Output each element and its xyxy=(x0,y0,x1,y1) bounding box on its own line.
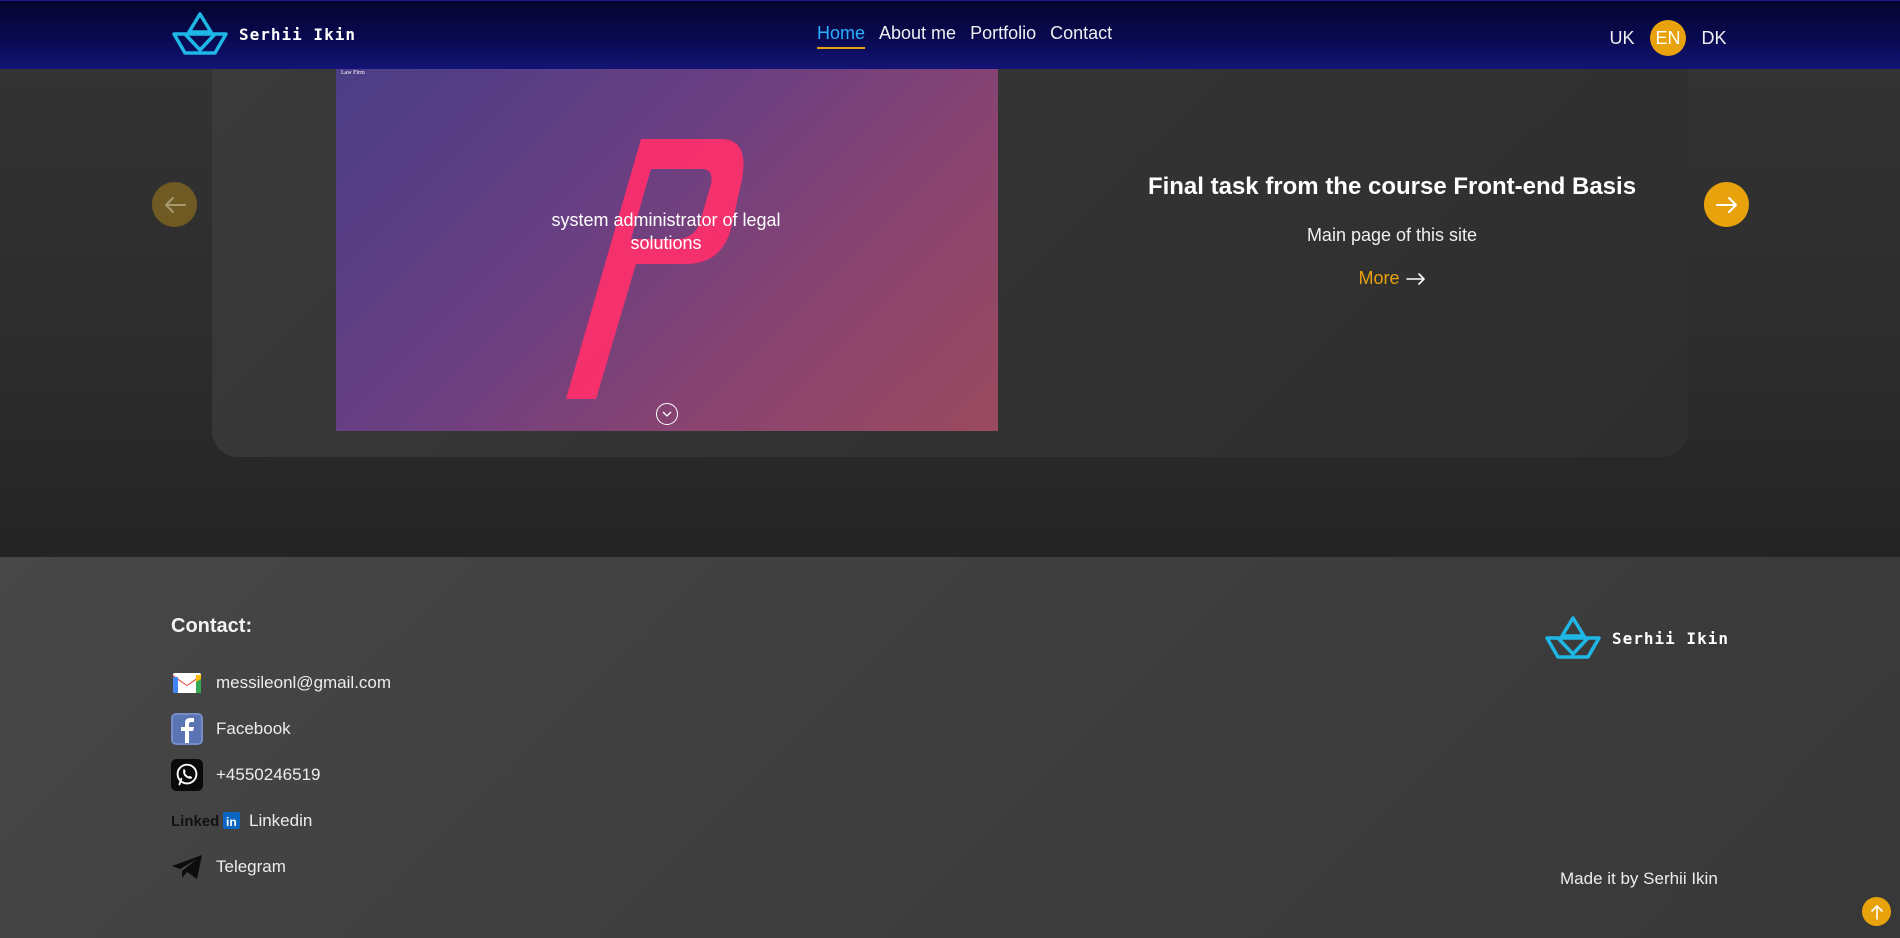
preview-caption: system administrator of legal solutions xyxy=(551,210,781,253)
more-label: More xyxy=(1358,268,1400,288)
gmail-icon xyxy=(171,667,203,699)
contact-facebook-label: Facebook xyxy=(216,719,291,738)
contact-telegram[interactable]: Telegram xyxy=(171,844,391,890)
boat-logo-icon xyxy=(1545,616,1601,659)
contact-phone[interactable]: +4550246519 xyxy=(171,752,391,798)
slide-title: Final task from the course Front-end Bas… xyxy=(1147,173,1637,200)
slide-more-link[interactable]: More xyxy=(1358,268,1425,289)
svg-text:Linked: Linked xyxy=(171,813,219,830)
scroll-to-top-button[interactable] xyxy=(1862,897,1891,926)
arrow-right-icon xyxy=(1405,272,1425,285)
language-switcher: UK EN DK xyxy=(1604,20,1732,56)
logo-text: Serhii Ikin xyxy=(239,24,356,44)
nav-home[interactable]: Home xyxy=(817,23,866,49)
contact-linkedin-label: Linkedin xyxy=(249,811,313,830)
contact-phone-label: +4550246519 xyxy=(216,765,321,784)
linkedin-icon: Linked in xyxy=(171,805,241,837)
slide-card: Law Firm system administrator of legal s… xyxy=(212,69,1688,457)
contact-heading: Contact: xyxy=(171,615,253,637)
made-by-text: Made it by Serhii Ikin xyxy=(1560,869,1718,888)
slide-info: Final task from the course Front-end Bas… xyxy=(1112,173,1672,289)
slide-subtitle: Main page of this site xyxy=(1306,225,1478,245)
preview-logo: Law Firm xyxy=(341,70,365,76)
arrow-up-icon xyxy=(1870,904,1883,920)
portfolio-slider: Law Firm system administrator of legal s… xyxy=(0,69,1900,557)
telegram-icon xyxy=(171,851,203,883)
lang-en[interactable]: EN xyxy=(1650,20,1686,56)
boat-logo-icon xyxy=(172,12,228,55)
contact-facebook[interactable]: Facebook xyxy=(171,706,391,752)
preview-scroll-down-button xyxy=(656,403,678,425)
big-p-graphic xyxy=(566,139,744,399)
slide-preview-image[interactable]: Law Firm system administrator of legal s… xyxy=(336,69,998,431)
site-header: Serhii Ikin Home About me Portfolio Cont… xyxy=(0,0,1900,69)
footer-logo-text: Serhii Ikin xyxy=(1612,628,1729,648)
contact-telegram-label: Telegram xyxy=(216,857,286,876)
footer-logo[interactable]: Serhii Ikin xyxy=(1544,616,1729,660)
nav-contact[interactable]: Contact xyxy=(1050,23,1112,49)
whatsapp-icon xyxy=(171,759,203,791)
lang-uk[interactable]: UK xyxy=(1604,20,1640,56)
svg-text:in: in xyxy=(226,815,237,829)
contact-email-label: messileonl@gmail.com xyxy=(216,673,392,692)
contact-list: messileonl@gmail.com Facebook +455024651… xyxy=(171,660,391,890)
main-nav: Home About me Portfolio Contact xyxy=(817,23,1112,49)
chevron-down-icon xyxy=(662,411,672,417)
nav-portfolio[interactable]: Portfolio xyxy=(970,23,1036,49)
slider-next-button[interactable] xyxy=(1704,182,1749,227)
arrow-right-icon xyxy=(1715,196,1737,213)
contact-linkedin[interactable]: Linked in Linkedin xyxy=(171,798,391,844)
facebook-icon xyxy=(171,713,203,745)
site-footer: Contact: messileonl@gmail.com Facebook +… xyxy=(0,557,1900,938)
contact-email[interactable]: messileonl@gmail.com xyxy=(171,660,391,706)
nav-about[interactable]: About me xyxy=(879,23,956,49)
header-logo[interactable]: Serhii Ikin xyxy=(171,12,356,56)
lang-dk[interactable]: DK xyxy=(1696,20,1732,56)
arrow-left-icon xyxy=(164,196,186,213)
slider-prev-button[interactable] xyxy=(152,182,197,227)
